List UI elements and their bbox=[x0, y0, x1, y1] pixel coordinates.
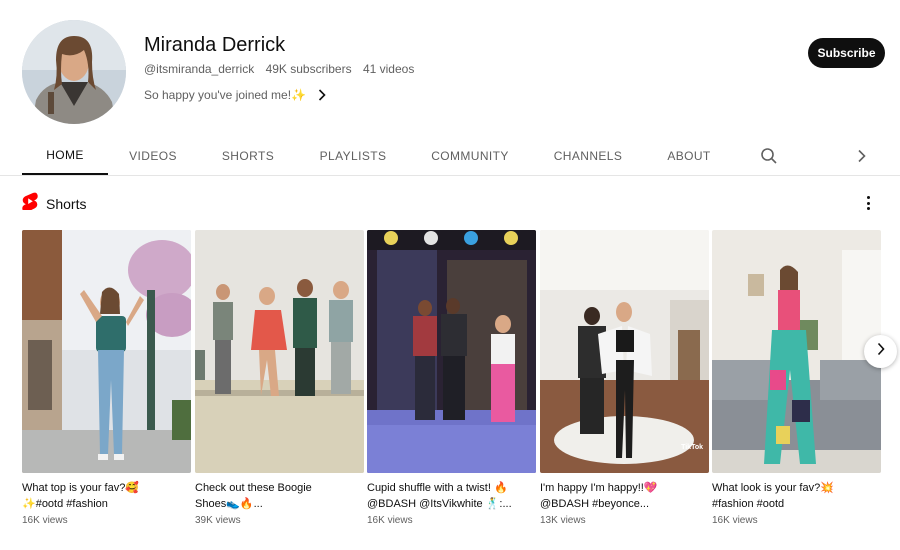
shorts-logo-icon bbox=[22, 192, 38, 215]
shorts-section-header: Shorts bbox=[22, 192, 86, 215]
channel-name: Miranda Derrick bbox=[144, 34, 286, 56]
tab-home[interactable]: HOME bbox=[22, 136, 108, 175]
tab-shorts[interactable]: SHORTS bbox=[212, 136, 284, 175]
short-title-line: Check out these Boogie bbox=[195, 482, 312, 494]
short-thumbnail[interactable] bbox=[195, 230, 364, 473]
short-card[interactable]: What top is your fav?🥰 ✨#ootd #fashion 1… bbox=[22, 230, 191, 526]
short-view-count: 16K views bbox=[367, 515, 413, 526]
short-card[interactable]: What look is your fav?💥 #fashion #ootd 1… bbox=[712, 230, 881, 526]
subscribe-button[interactable]: Subscribe bbox=[808, 38, 885, 68]
video-count: 41 videos bbox=[362, 62, 415, 76]
shorts-section-title: Shorts bbox=[46, 195, 87, 212]
channel-tabs: HOME VIDEOS SHORTS PLAYLISTS COMMUNITY C… bbox=[0, 136, 900, 176]
tab-about[interactable]: ABOUT bbox=[660, 136, 718, 175]
chevron-right-icon[interactable] bbox=[851, 145, 873, 167]
short-card[interactable]: Cupid shuffle with a twist! 🔥 @BDASH @It… bbox=[367, 230, 536, 526]
short-card[interactable]: Check out these Boogie Shoes👟🔥... 39K vi… bbox=[195, 230, 364, 526]
short-title-line: Cupid shuffle with a twist! 🔥 bbox=[367, 482, 508, 494]
short-title-line: @BDASH #beyonce... bbox=[540, 498, 649, 510]
search-icon[interactable] bbox=[758, 145, 780, 167]
short-thumbnail[interactable] bbox=[22, 230, 191, 473]
tab-community[interactable]: COMMUNITY bbox=[424, 136, 516, 175]
short-title-line: What top is your fav?🥰 bbox=[22, 482, 140, 494]
short-title[interactable]: I'm happy I'm happy!!💖 @BDASH #beyonce..… bbox=[540, 480, 709, 512]
short-title[interactable]: What top is your fav?🥰 ✨#ootd #fashion bbox=[22, 480, 191, 512]
channel-avatar[interactable] bbox=[22, 20, 126, 124]
tab-playlists[interactable]: PLAYLISTS bbox=[311, 136, 395, 175]
more-options-icon[interactable] bbox=[860, 194, 876, 212]
tab-videos[interactable]: VIDEOS bbox=[120, 136, 186, 175]
chevron-right-icon bbox=[312, 87, 332, 103]
short-title[interactable]: What look is your fav?💥 #fashion #ootd bbox=[712, 480, 881, 512]
short-title-line: ✨#ootd #fashion bbox=[22, 498, 108, 510]
short-view-count: 13K views bbox=[540, 515, 586, 526]
short-title-line: @BDASH @ItsVikwhite 🕺:... bbox=[367, 498, 512, 510]
channel-about-link[interactable]: So happy you've joined me!✨ bbox=[144, 87, 332, 103]
short-view-count: 39K views bbox=[195, 515, 241, 526]
short-thumbnail[interactable] bbox=[712, 230, 881, 473]
channel-about-text: So happy you've joined me!✨ bbox=[144, 88, 306, 102]
tab-channels[interactable]: CHANNELS bbox=[546, 136, 630, 175]
channel-handle: @itsmiranda_derrick bbox=[144, 62, 255, 76]
carousel-next-button[interactable] bbox=[864, 335, 897, 368]
short-thumbnail[interactable]: TikTok bbox=[540, 230, 709, 473]
chevron-right-icon bbox=[876, 342, 886, 361]
short-title[interactable]: Check out these Boogie Shoes👟🔥... bbox=[195, 480, 364, 512]
short-thumbnail[interactable] bbox=[367, 230, 536, 473]
short-view-count: 16K views bbox=[22, 515, 68, 526]
short-card[interactable]: TikTok I'm happy I'm happy!!💖 @BDASH #be… bbox=[540, 230, 709, 526]
short-title-line: I'm happy I'm happy!!💖 bbox=[540, 482, 658, 494]
channel-meta: @itsmiranda_derrick 49K subscribers 41 v… bbox=[144, 62, 422, 76]
tiktok-watermark: TikTok bbox=[681, 444, 703, 451]
short-title-line: Shoes👟🔥... bbox=[195, 498, 263, 510]
short-title-line: #fashion #ootd bbox=[712, 498, 785, 510]
subscriber-count: 49K subscribers bbox=[265, 62, 352, 76]
short-title-line: What look is your fav?💥 bbox=[712, 482, 834, 494]
short-view-count: 16K views bbox=[712, 515, 758, 526]
short-title[interactable]: Cupid shuffle with a twist! 🔥 @BDASH @It… bbox=[367, 480, 536, 512]
